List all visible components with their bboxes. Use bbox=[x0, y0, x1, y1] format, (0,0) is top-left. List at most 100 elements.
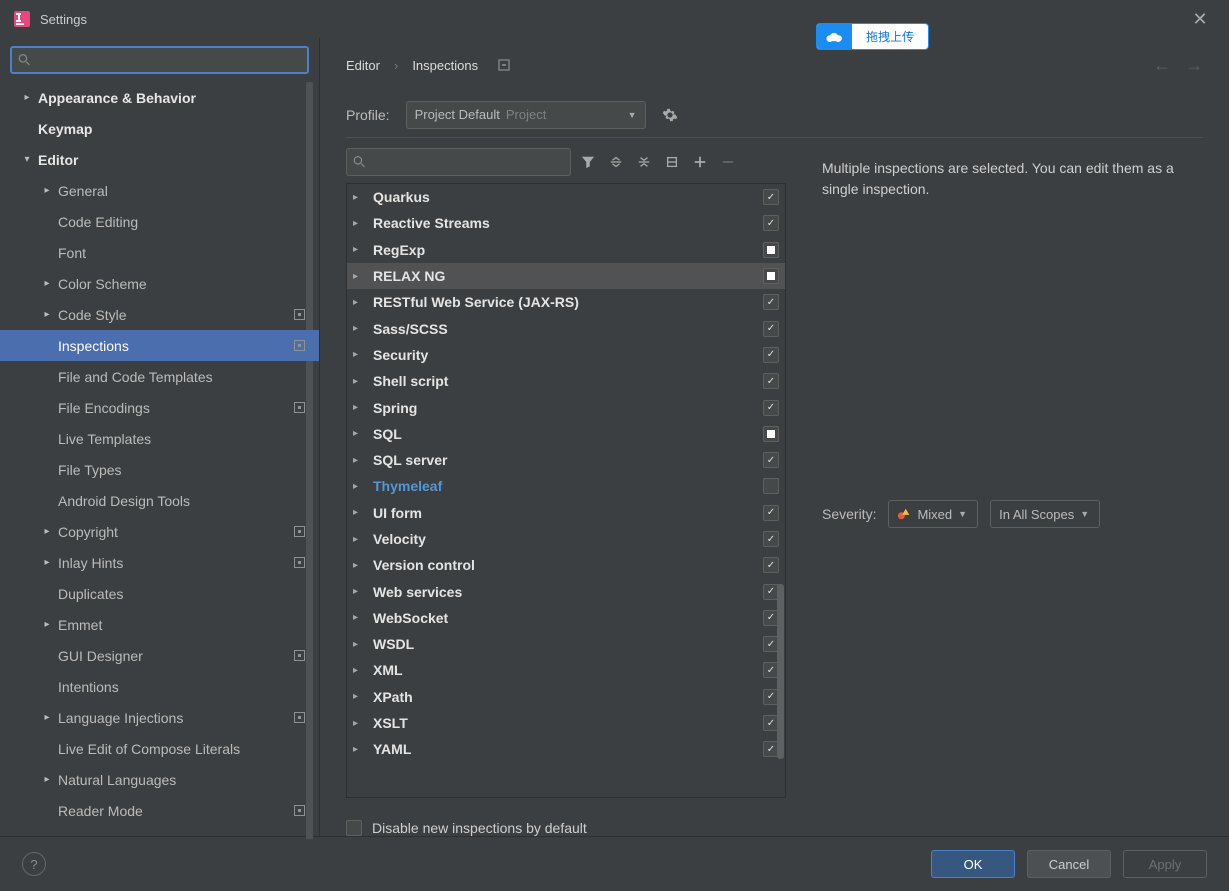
inspection-checkbox[interactable] bbox=[763, 347, 779, 363]
apply-button[interactable]: Apply bbox=[1123, 850, 1207, 878]
inspection-checkbox[interactable] bbox=[763, 373, 779, 389]
gear-icon[interactable] bbox=[662, 107, 678, 123]
sidebar-item[interactable]: Intentions bbox=[0, 671, 319, 702]
inspection-checkbox[interactable] bbox=[763, 242, 779, 258]
inspection-row[interactable]: ▸RegExp bbox=[347, 237, 785, 263]
scrollbar[interactable] bbox=[777, 584, 784, 759]
sidebar-item[interactable]: ▸Emmet bbox=[0, 609, 319, 640]
chevron-right-icon: ▸ bbox=[353, 586, 365, 597]
inspection-checkbox[interactable] bbox=[763, 452, 779, 468]
inspection-row[interactable]: ▸XML bbox=[347, 657, 785, 683]
expand-all-icon[interactable] bbox=[605, 151, 627, 173]
inspection-row[interactable]: ▸XSLT bbox=[347, 710, 785, 736]
inspection-checkbox[interactable] bbox=[763, 321, 779, 337]
chevron-right-icon: ▸ bbox=[353, 744, 365, 755]
add-icon[interactable] bbox=[689, 151, 711, 173]
severity-select[interactable]: Mixed ▼ bbox=[888, 500, 978, 528]
nav-forward-icon[interactable]: → bbox=[1185, 55, 1203, 76]
inspection-row[interactable]: ▸WebSocket bbox=[347, 605, 785, 631]
sidebar-item[interactable]: Inspections bbox=[0, 330, 319, 361]
inspection-tree[interactable]: ▸Quarkus▸Reactive Streams▸RegExp▸RELAX N… bbox=[346, 183, 786, 798]
sidebar-item[interactable]: Reader Mode bbox=[0, 795, 319, 826]
inspection-row[interactable]: ▸Thymeleaf bbox=[347, 473, 785, 499]
reset-filter-icon[interactable] bbox=[661, 151, 683, 173]
sidebar-item[interactable]: Duplicates bbox=[0, 578, 319, 609]
sidebar-item[interactable]: GUI Designer bbox=[0, 640, 319, 671]
reset-icon[interactable] bbox=[498, 59, 510, 71]
scope-select[interactable]: In All Scopes ▼ bbox=[990, 500, 1100, 528]
sidebar-item[interactable]: Code Editing bbox=[0, 206, 319, 237]
disable-checkbox[interactable] bbox=[346, 820, 362, 836]
sidebar-item[interactable]: ▸Copyright bbox=[0, 516, 319, 547]
sidebar-item[interactable]: ▾Editor bbox=[0, 144, 319, 175]
inspection-row[interactable]: ▸Version control bbox=[347, 552, 785, 578]
chevron-right-icon: ▸ bbox=[353, 665, 365, 676]
sidebar-item[interactable]: ▸General bbox=[0, 175, 319, 206]
inspection-row[interactable]: ▸Reactive Streams bbox=[347, 210, 785, 236]
upload-widget[interactable]: 拖拽上传 bbox=[816, 23, 929, 50]
sidebar-item[interactable]: File and Code Templates bbox=[0, 361, 319, 392]
collapse-all-icon[interactable] bbox=[633, 151, 655, 173]
chevron-right-icon: ▸ bbox=[353, 244, 365, 255]
inspection-row[interactable]: ▸UI form bbox=[347, 500, 785, 526]
sidebar-item[interactable]: ▸Inlay Hints bbox=[0, 547, 319, 578]
breadcrumb-parent[interactable]: Editor bbox=[346, 58, 380, 73]
sidebar-item[interactable]: ▸Code Style bbox=[0, 299, 319, 330]
sidebar-item[interactable]: Live Templates bbox=[0, 423, 319, 454]
sidebar-item[interactable]: File Encodings bbox=[0, 392, 319, 423]
chevron-right-icon: ▸ bbox=[353, 534, 365, 545]
profile-select[interactable]: Project Default Project ▼ bbox=[406, 101, 646, 129]
project-badge-icon bbox=[294, 309, 305, 320]
inspection-row[interactable]: ▸RELAX NG bbox=[347, 263, 785, 289]
sidebar-item[interactable]: Live Edit of Compose Literals bbox=[0, 733, 319, 764]
inspection-row[interactable]: ▸Security bbox=[347, 342, 785, 368]
inspection-name: UI form bbox=[373, 505, 763, 521]
sidebar-item[interactable]: ▸Natural Languages bbox=[0, 764, 319, 795]
inspection-row[interactable]: ▸YAML bbox=[347, 736, 785, 762]
inspection-row[interactable]: ▸Spring bbox=[347, 394, 785, 420]
filter-icon[interactable] bbox=[577, 151, 599, 173]
help-icon[interactable]: ? bbox=[22, 852, 46, 876]
inspection-search[interactable] bbox=[346, 148, 571, 176]
inspection-row[interactable]: ▸Shell script bbox=[347, 368, 785, 394]
sidebar-item[interactable]: ▸Appearance & Behavior bbox=[0, 82, 319, 113]
ok-button[interactable]: OK bbox=[931, 850, 1015, 878]
sidebar-item[interactable]: Keymap bbox=[0, 113, 319, 144]
sidebar-item-label: Duplicates bbox=[58, 586, 319, 602]
inspection-checkbox[interactable] bbox=[763, 557, 779, 573]
inspection-row[interactable]: ▸XPath bbox=[347, 684, 785, 710]
chevron-right-icon: ▸ bbox=[353, 402, 365, 413]
inspection-row[interactable]: ▸WSDL bbox=[347, 631, 785, 657]
inspection-name: RELAX NG bbox=[373, 268, 763, 284]
inspection-checkbox[interactable] bbox=[763, 505, 779, 521]
inspection-checkbox[interactable] bbox=[763, 215, 779, 231]
sidebar-item[interactable]: Font bbox=[0, 237, 319, 268]
inspection-checkbox[interactable] bbox=[763, 426, 779, 442]
sidebar-item[interactable]: File Types bbox=[0, 454, 319, 485]
inspection-row[interactable]: ▸SQL server bbox=[347, 447, 785, 473]
remove-icon[interactable] bbox=[717, 151, 739, 173]
sidebar-item[interactable]: Android Design Tools bbox=[0, 485, 319, 516]
inspection-checkbox[interactable] bbox=[763, 189, 779, 205]
close-icon[interactable]: ✕ bbox=[1185, 9, 1215, 30]
nav-back-icon[interactable]: ← bbox=[1153, 55, 1171, 76]
sidebar-item-label: Font bbox=[58, 245, 319, 261]
inspection-row[interactable]: ▸Quarkus bbox=[347, 184, 785, 210]
inspection-checkbox[interactable] bbox=[763, 478, 779, 494]
inspection-row[interactable]: ▸Sass/SCSS bbox=[347, 315, 785, 341]
project-badge-icon bbox=[294, 712, 305, 723]
inspection-row[interactable]: ▸RESTful Web Service (JAX-RS) bbox=[347, 289, 785, 315]
inspection-checkbox[interactable] bbox=[763, 400, 779, 416]
cancel-button[interactable]: Cancel bbox=[1027, 850, 1111, 878]
inspection-checkbox[interactable] bbox=[763, 268, 779, 284]
inspection-row[interactable]: ▸Web services bbox=[347, 578, 785, 604]
inspection-row[interactable]: ▸Velocity bbox=[347, 526, 785, 552]
sidebar-item[interactable]: ▸Color Scheme bbox=[0, 268, 319, 299]
sidebar-item[interactable]: ▸Language Injections bbox=[0, 702, 319, 733]
inspection-checkbox[interactable] bbox=[763, 531, 779, 547]
sidebar-search-input[interactable] bbox=[35, 53, 301, 68]
inspection-search-input[interactable] bbox=[366, 155, 564, 170]
inspection-row[interactable]: ▸SQL bbox=[347, 421, 785, 447]
sidebar-search[interactable] bbox=[10, 46, 309, 74]
inspection-checkbox[interactable] bbox=[763, 294, 779, 310]
